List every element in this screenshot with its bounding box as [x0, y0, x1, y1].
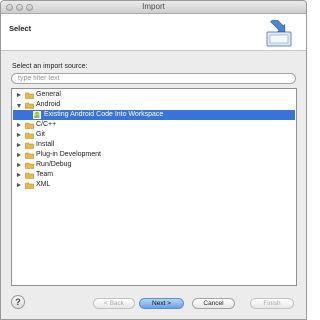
- tree-item[interactable]: General: [13, 90, 295, 100]
- tree-item-label: XML: [36, 181, 51, 188]
- page-title: Select: [9, 24, 32, 33]
- tree-item-label: Android: [36, 101, 61, 108]
- folder-icon: [25, 132, 34, 139]
- android-icon: [33, 111, 41, 119]
- folder-icon: [25, 122, 34, 129]
- expand-arrow-right-icon[interactable]: [17, 153, 21, 157]
- finish-button[interactable]: Finish: [250, 298, 294, 309]
- expand-arrow-right-icon[interactable]: [17, 133, 21, 137]
- folder-icon: [25, 92, 34, 99]
- tree-item-label: General: [36, 91, 61, 98]
- import-dialog: Import Select Select an import source: G…: [0, 0, 307, 320]
- folder-icon: [25, 142, 34, 149]
- help-button[interactable]: ?: [11, 295, 25, 309]
- window-title: Import: [142, 2, 165, 11]
- folder-icon: [25, 152, 34, 159]
- tree-item[interactable]: C/C++: [13, 120, 295, 130]
- cancel-button[interactable]: Cancel: [192, 298, 235, 309]
- tree-item[interactable]: Install: [13, 140, 295, 150]
- folder-icon: [25, 102, 34, 109]
- tree-item[interactable]: Plug-in Development: [13, 150, 295, 160]
- tree-item-label: Plug-in Development: [36, 151, 101, 158]
- tree-item[interactable]: Team: [13, 170, 295, 180]
- tree-item-label: Existing Android Code Into Workspace: [44, 111, 164, 118]
- tree-item-label: Run/Debug: [36, 161, 72, 168]
- import-source-tree[interactable]: General Android Existing Android Code Into…: [11, 88, 297, 286]
- tree-item-label: Git: [36, 131, 45, 138]
- tree-item[interactable]: Existing Android Code Into Workspace: [13, 110, 295, 120]
- filter-input[interactable]: [11, 73, 296, 84]
- tree-item[interactable]: Android: [13, 100, 295, 110]
- folder-icon: [25, 182, 34, 189]
- tree-item[interactable]: Run/Debug: [13, 160, 295, 170]
- next-button[interactable]: Next >: [139, 298, 184, 309]
- title-bar: Import: [1, 1, 306, 14]
- expand-arrow-right-icon[interactable]: [17, 143, 21, 147]
- expand-arrow-right-icon[interactable]: [17, 163, 21, 167]
- import-source-prompt: Select an import source:: [12, 63, 88, 70]
- wizard-header: Select: [1, 14, 306, 51]
- tree-item-label: C/C++: [36, 121, 57, 128]
- expand-arrow-right-icon[interactable]: [17, 93, 21, 97]
- import-wizard-icon: [266, 20, 292, 47]
- tree-item[interactable]: XML: [13, 180, 295, 190]
- tree-item[interactable]: Git: [13, 130, 295, 140]
- expand-arrow-right-icon[interactable]: [17, 123, 21, 127]
- tree-item-label: Team: [36, 171, 54, 178]
- folder-icon: [25, 172, 34, 179]
- expand-arrow-down-icon[interactable]: [17, 104, 21, 108]
- expand-arrow-right-icon[interactable]: [17, 183, 21, 187]
- tree-item-label: Install: [36, 141, 55, 148]
- expand-arrow-right-icon[interactable]: [17, 173, 21, 177]
- back-button[interactable]: < Back: [93, 298, 135, 309]
- folder-icon: [25, 162, 34, 169]
